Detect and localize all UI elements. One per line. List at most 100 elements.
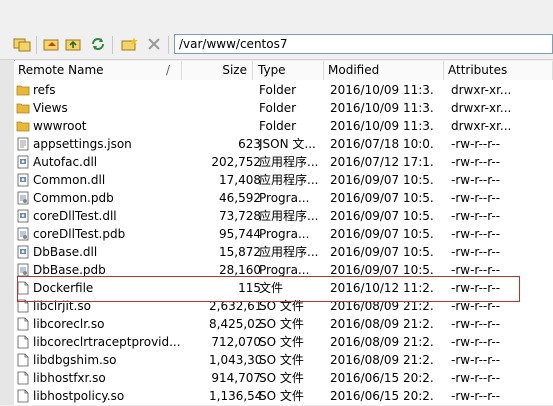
- refresh-icon[interactable]: [88, 35, 108, 53]
- pdb-file-icon: [16, 263, 30, 277]
- file-type: Folder: [259, 83, 297, 97]
- file-row[interactable]: wwwroot Folder 2016/10/09 11:3... drwxr-xr.…: [14, 117, 553, 135]
- file-size: 202,752: [211, 155, 261, 169]
- file-name: libcoreclr.so: [33, 317, 105, 331]
- file-row[interactable]: libhostpolicy.so 1,136,541SO 文件 2016/06/15…: [14, 387, 553, 405]
- dll-file-icon: [16, 245, 30, 259]
- dll-file-icon: [16, 209, 30, 223]
- file-type: 应用程序...: [259, 155, 319, 169]
- file-attributes: -rw-r--r--: [451, 371, 501, 385]
- file-type: SO 文件: [259, 389, 304, 403]
- column-header-modified[interactable]: Modified: [324, 61, 444, 80]
- column-header-size[interactable]: Size: [181, 61, 253, 80]
- file-attributes: -rw-r--r--: [451, 227, 501, 241]
- file-modified: 2016/10/09 11:3...: [330, 119, 434, 133]
- file-name: Common.dll: [33, 173, 106, 187]
- file-size: [209, 99, 261, 117]
- connect-icon[interactable]: [12, 35, 32, 53]
- file-name: Common.pdb: [33, 191, 114, 205]
- file-row[interactable]: libcoreclrtraceptprovid... 712,070 SO 文件 20…: [14, 333, 553, 351]
- file-attributes: -rw-r--r--: [451, 389, 501, 403]
- file-list: refs Folder 2016/10/09 11:3... drwxr-xr... V…: [14, 80, 553, 405]
- file-icon: [16, 335, 30, 349]
- file-size: 95,744: [219, 227, 261, 241]
- file-type: 应用程序...: [259, 209, 319, 223]
- file-modified: 2016/09/07 10:5...: [330, 227, 434, 241]
- toolbar-separator: [112, 36, 113, 54]
- file-row[interactable]: Autofac.dll 202,752 应用程序... 2016/07/12 17:1…: [14, 153, 553, 171]
- file-name: appsettings.json: [33, 137, 132, 151]
- file-attributes: drwxr-xr...: [451, 119, 512, 133]
- file-type: JSON 文...: [259, 137, 316, 151]
- file-modified: 2016/06/15 20:2...: [330, 389, 434, 403]
- file-row[interactable]: Common.pdb 46,592 Progra... 2016/09/07 10:5…: [14, 189, 553, 207]
- file-modified: 2016/08/09 21:2...: [330, 317, 434, 331]
- toolbar-separator: [36, 36, 37, 54]
- file-size: [209, 117, 261, 135]
- file-size: [209, 81, 261, 99]
- column-header-name[interactable]: Remote Name: [14, 61, 181, 80]
- file-type: SO 文件: [259, 371, 304, 385]
- file-name: DbBase.dll: [33, 245, 98, 259]
- file-size: 1,136,541: [209, 389, 261, 403]
- file-icon: [16, 317, 30, 331]
- column-header-type[interactable]: Type: [254, 61, 324, 80]
- file-size: 914,707: [211, 371, 261, 385]
- file-attributes: -rw-r--r--: [451, 317, 501, 331]
- toolbar-separator: [168, 36, 169, 54]
- file-row[interactable]: libdbgshim.so 1,043,309SO 文件 2016/08/09 21…: [14, 351, 553, 369]
- file-type: SO 文件: [259, 335, 304, 349]
- file-row[interactable]: Views Folder 2016/10/09 11:3... drwxr-xr...: [14, 99, 553, 117]
- delete-icon[interactable]: [144, 35, 164, 53]
- folder-icon: [16, 83, 30, 97]
- window-top-strip: [0, 0, 553, 30]
- pdb-file-icon: [16, 191, 30, 205]
- file-row[interactable]: refs Folder 2016/10/09 11:3... drwxr-xr...: [14, 81, 553, 99]
- sort-indicator-icon: /: [166, 63, 171, 77]
- file-row[interactable]: coreDllTest.pdb 95,744 Progra... 2016/09/07…: [14, 225, 553, 243]
- file-modified: 2016/09/07 10:5...: [330, 245, 434, 259]
- file-size: 46,592: [219, 191, 261, 205]
- file-size: 73,728: [219, 209, 261, 223]
- file-name: libhostpolicy.so: [33, 389, 125, 403]
- file-name: Views: [33, 101, 68, 115]
- file-row[interactable]: libcoreclr.so 8,425,021SO 文件 2016/08/09 21…: [14, 315, 553, 333]
- file-type: Folder: [259, 119, 297, 133]
- file-modified: 2016/10/09 11:3...: [330, 83, 434, 97]
- home-icon[interactable]: [42, 35, 62, 53]
- path-input[interactable]: /var/www/centos7: [174, 34, 553, 54]
- file-name: libdbgshim.so: [33, 353, 117, 367]
- file-modified: 2016/09/07 10:5...: [330, 191, 434, 205]
- file-icon: [16, 353, 30, 367]
- file-row[interactable]: DbBase.dll 15,872 应用程序... 2016/09/07 10:5..…: [14, 243, 553, 261]
- file-attributes: -rw-r--r--: [451, 335, 501, 349]
- file-modified: 2016/10/09 11:3...: [330, 101, 434, 115]
- file-type: 应用程序...: [259, 245, 319, 259]
- file-type: 应用程序...: [259, 173, 319, 187]
- file-size: 712,070: [211, 335, 261, 349]
- file-attributes: -rw-r--r--: [451, 245, 501, 259]
- file-row[interactable]: Common.dll 17,408 应用程序... 2016/09/07 10:5..…: [14, 171, 553, 189]
- file-type: Folder: [259, 101, 297, 115]
- up-folder-icon[interactable]: [64, 35, 84, 53]
- file-name: refs: [33, 83, 56, 97]
- new-folder-icon[interactable]: [120, 35, 140, 53]
- file-row[interactable]: libhostfxr.so 914,707 SO 文件 2016/06/15 20:2…: [14, 369, 553, 387]
- file-row[interactable]: coreDllTest.dll 73,728 应用程序... 2016/09/07 1…: [14, 207, 553, 225]
- folder-icon: [16, 119, 30, 133]
- column-header-attributes[interactable]: Attributes: [444, 61, 553, 80]
- file-attributes: -rw-r--r--: [451, 155, 501, 169]
- file-modified: 2016/07/12 17:1...: [330, 155, 434, 169]
- file-size: 8,425,021: [209, 317, 261, 331]
- file-name: wwwroot: [33, 119, 87, 133]
- file-type: SO 文件: [259, 317, 304, 331]
- file-attributes: -rw-r--r--: [451, 209, 501, 223]
- file-type: Progra...: [259, 227, 310, 241]
- file-modified: 2016/08/09 21:2...: [330, 335, 434, 349]
- file-row[interactable]: appsettings.json 623 JSON 文... 2016/07/18 1…: [14, 135, 553, 153]
- left-pane-edge: [0, 60, 15, 405]
- file-attributes: -rw-r--r--: [451, 191, 501, 205]
- file-attributes: -rw-r--r--: [451, 353, 501, 367]
- column-header: Remote Name / Size Type Modified Attribu…: [14, 61, 553, 81]
- file-icon: [16, 389, 30, 403]
